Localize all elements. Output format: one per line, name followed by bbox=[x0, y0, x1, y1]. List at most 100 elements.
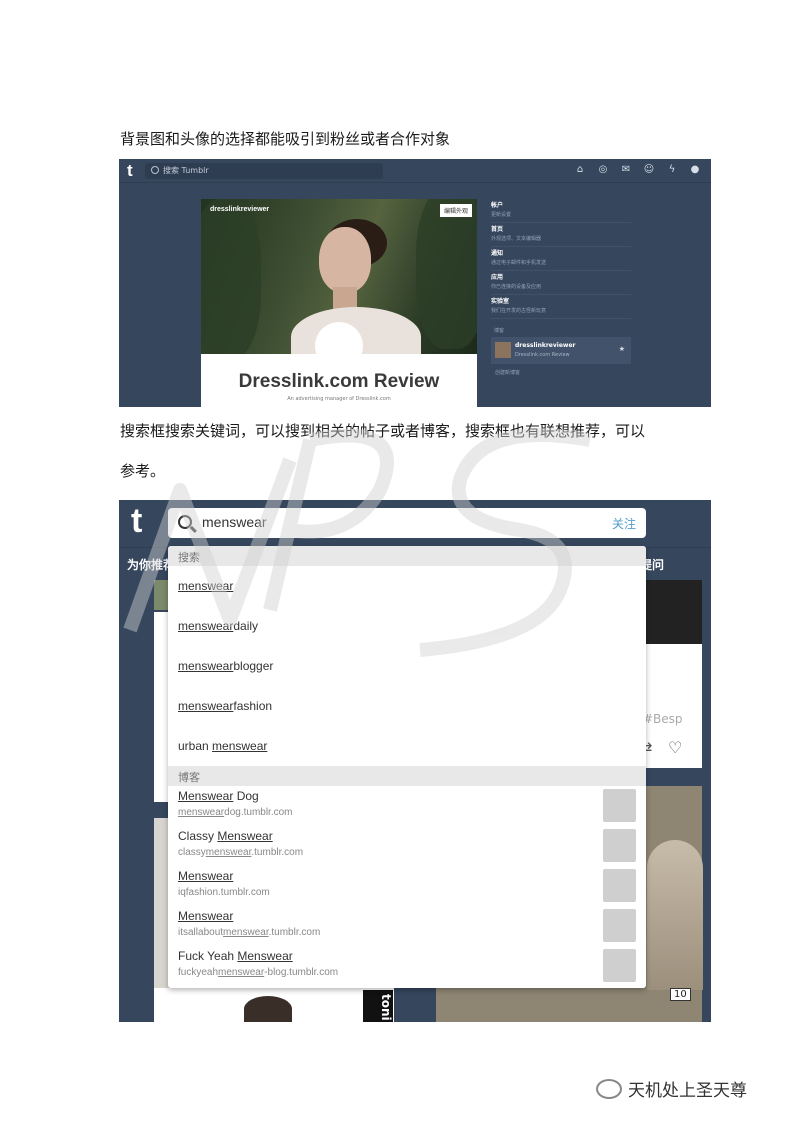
tumblr-logo[interactable]: t bbox=[127, 161, 133, 181]
post-arch-image bbox=[647, 840, 703, 990]
settings-item-labs[interactable]: 实验室 我们在开发的古怪新玩意 bbox=[491, 295, 631, 319]
top-navbar: t 搜索 Tumblr ⌂ ◎ ✉ ☺ ϟ ● bbox=[119, 159, 711, 183]
blog-card-name: dresslinkreviewer bbox=[515, 342, 576, 349]
url-match: menswear bbox=[223, 927, 269, 938]
blogs-section-label: 博客 bbox=[494, 328, 505, 334]
url-pre: classy bbox=[178, 847, 206, 858]
name-match: Menswear bbox=[237, 949, 293, 963]
section-header-search: 搜索 bbox=[168, 546, 646, 566]
url-post: .tumblr.com bbox=[251, 847, 304, 858]
blog-result-url: classymenswear.tumblr.com bbox=[178, 847, 646, 858]
url-match: menswear bbox=[218, 967, 265, 978]
url-match: menswear bbox=[205, 847, 252, 858]
blog-result-name: Menswear bbox=[178, 869, 646, 883]
wechat-account-footer: 天机处上圣天尊 bbox=[596, 1076, 747, 1101]
suggestion-prefix: urban bbox=[178, 739, 213, 753]
blog-card-url: Dresslink.com Review bbox=[515, 352, 570, 358]
heart-icon[interactable]: ♡ bbox=[668, 738, 682, 757]
mail-icon[interactable]: ✉ bbox=[620, 164, 632, 176]
suggestion-match: menswear bbox=[178, 699, 234, 713]
suggestion-rest: blogger bbox=[233, 659, 274, 673]
suggestion-item[interactable]: menswearblogger bbox=[168, 646, 646, 686]
blog-result[interactable]: Menswear Dog mensweardog.tumblr.com bbox=[168, 786, 646, 826]
suggestion-item[interactable]: menswear bbox=[168, 566, 646, 606]
settings-item-account[interactable]: 帐户 更新设置 bbox=[491, 199, 631, 223]
search-icon bbox=[178, 515, 192, 529]
post-tag[interactable]: #Besp bbox=[643, 712, 683, 726]
settings-item-title: 应用 bbox=[491, 274, 504, 281]
blog-result-url: itsallaboutmenswear.tumblr.com bbox=[178, 927, 646, 938]
search-input[interactable]: menswear 关注 bbox=[168, 508, 646, 538]
suggestion-rest: daily bbox=[233, 619, 259, 633]
caption-search-line1: 搜索框搜索关键词，可以搜到相关的帖子或者博客，搜索框也有联想推荐，可以 bbox=[120, 422, 646, 440]
blog-card[interactable]: dresslinkreviewer Dresslink.com Review ★ bbox=[491, 337, 631, 364]
blog-result[interactable]: Fuck Yeah Menswear fuckyeahmenswear-blog… bbox=[168, 946, 646, 986]
settings-item-dashboard[interactable]: 首页 外观选项、文本编辑器 bbox=[491, 223, 631, 247]
search-suggestions-dropdown: 搜索 menswear mensweardaily menswearblogge… bbox=[168, 546, 646, 988]
name-match: Menswear bbox=[178, 789, 234, 803]
settings-item-title: 帐户 bbox=[491, 202, 504, 209]
screenshot-search-suggestions: t menswear 关注 为你推荐 提问 #Besp ⇄ ♡ toni 10 … bbox=[119, 500, 711, 1022]
blog-result[interactable]: Menswear itsallaboutmenswear.tumblr.com bbox=[168, 906, 646, 946]
follow-button[interactable]: 关注 bbox=[612, 515, 636, 532]
suggestion-item[interactable]: mensweardaily bbox=[168, 606, 646, 646]
search-placeholder: 搜索 Tumblr bbox=[163, 166, 209, 175]
wechat-icon bbox=[596, 1078, 622, 1099]
search-icon bbox=[151, 166, 159, 174]
blog-result-avatar bbox=[603, 789, 636, 822]
blog-result-avatar bbox=[603, 869, 636, 902]
post-toni-label: toni bbox=[363, 990, 393, 1022]
screenshot-blog-settings: t 搜索 Tumblr ⌂ ◎ ✉ ☺ ϟ ● dresslinkreviewe… bbox=[119, 159, 711, 407]
blog-card-avatar bbox=[495, 342, 511, 358]
settings-item-title: 实验室 bbox=[491, 298, 510, 305]
settings-menu: 帐户 更新设置 首页 外观选项、文本编辑器 通知 通过电子邮件和手机发送 应用 … bbox=[491, 199, 631, 319]
post-card-bottom bbox=[154, 988, 394, 1022]
account-icon[interactable]: ● bbox=[689, 164, 701, 176]
star-icon[interactable]: ★ bbox=[619, 345, 625, 353]
search-value: menswear bbox=[202, 514, 267, 530]
suggestion-match: menswear bbox=[212, 739, 268, 753]
settings-item-title: 通知 bbox=[491, 250, 504, 257]
url-match: menswear bbox=[178, 807, 225, 818]
cover-tree-left bbox=[201, 199, 261, 354]
edit-appearance-button[interactable]: 编辑外观 bbox=[439, 204, 472, 217]
suggestion-item[interactable]: urban menswear bbox=[168, 726, 646, 766]
name-match: Menswear bbox=[178, 909, 234, 923]
settings-item-subtitle: 你已连接的设备及应用 bbox=[491, 284, 542, 290]
suggestion-rest: fashion bbox=[233, 699, 273, 713]
settings-item-apps[interactable]: 应用 你已连接的设备及应用 bbox=[491, 271, 631, 295]
name-match: Menswear bbox=[178, 869, 234, 883]
settings-item-notifications[interactable]: 通知 通过电子邮件和手机发送 bbox=[491, 247, 631, 271]
blog-result-name: Fuck Yeah Menswear bbox=[178, 949, 646, 963]
search-input[interactable]: 搜索 Tumblr bbox=[145, 163, 383, 179]
chat-icon[interactable]: ☺ bbox=[643, 164, 655, 176]
section-header-blogs: 博客 bbox=[168, 766, 646, 786]
cover-face bbox=[319, 227, 371, 293]
nav-icons: ⌂ ◎ ✉ ☺ ϟ ● bbox=[574, 164, 701, 176]
blog-result-avatar bbox=[603, 949, 636, 982]
settings-item-subtitle: 我们在开发的古怪新玩意 bbox=[491, 308, 547, 314]
compass-icon[interactable]: ◎ bbox=[597, 164, 609, 176]
post-person-image bbox=[244, 996, 292, 1022]
url-pre: fuckyeah bbox=[178, 967, 219, 978]
tumblr-logo[interactable]: t bbox=[131, 502, 142, 541]
name-pre: Fuck Yeah bbox=[178, 949, 238, 963]
name-pre: Classy bbox=[178, 829, 218, 843]
blog-result-name: Classy Menswear bbox=[178, 829, 646, 843]
url-post: .tumblr.com bbox=[268, 927, 321, 938]
caption-search-line2: 参考。 bbox=[120, 462, 166, 480]
name-post: Dog bbox=[233, 789, 259, 803]
suggestion-item[interactable]: menswearfashion bbox=[168, 686, 646, 726]
blog-result-url: fuckyeahmenswear-blog.tumblr.com bbox=[178, 967, 646, 978]
create-blog-link[interactable]: 创建新博客 bbox=[495, 369, 520, 376]
settings-item-subtitle: 通过电子邮件和手机发送 bbox=[491, 260, 547, 266]
blog-result[interactable]: Classy Menswear classymenswear.tumblr.co… bbox=[168, 826, 646, 866]
blog-result[interactable]: Menswear iqfashion.tumblr.com bbox=[168, 866, 646, 906]
settings-item-subtitle: 外观选项、文本编辑器 bbox=[491, 236, 542, 242]
blog-result-name: Menswear Dog bbox=[178, 789, 646, 803]
blog-result-avatar bbox=[603, 909, 636, 942]
photo-count-badge: 10 bbox=[670, 988, 691, 1001]
avatar[interactable] bbox=[315, 322, 363, 370]
lightning-icon[interactable]: ϟ bbox=[666, 164, 678, 176]
home-icon[interactable]: ⌂ bbox=[574, 164, 586, 176]
